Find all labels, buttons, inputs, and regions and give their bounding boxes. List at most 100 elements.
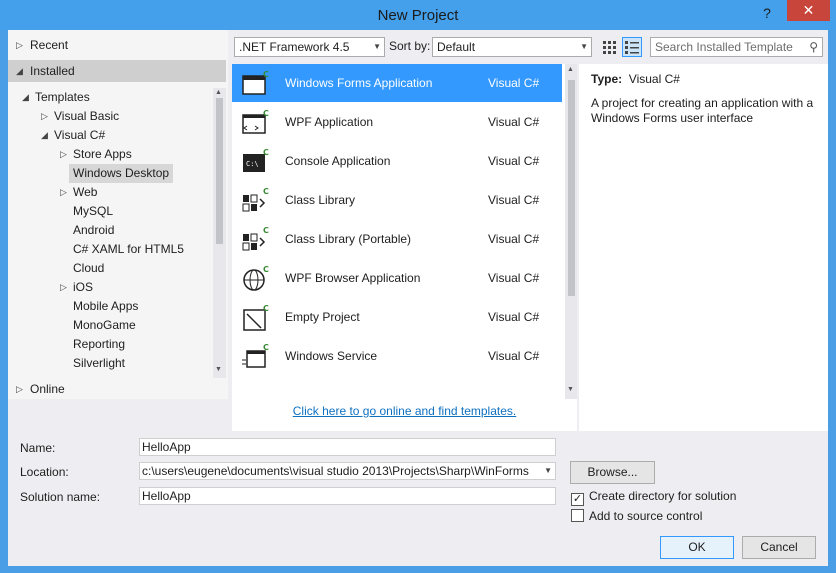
search-installed-templates-input[interactable]: Search Installed Template ⚲: [650, 37, 823, 57]
chevron-down-icon: ▼: [544, 466, 552, 475]
scroll-up-icon[interactable]: ▲: [567, 66, 574, 73]
collapse-arrow-icon[interactable]: ◢: [41, 126, 48, 145]
template-type: Type: Visual C#: [591, 72, 816, 86]
solution-name-input[interactable]: HelloApp: [139, 487, 556, 505]
collapse-arrow-icon: ◢: [16, 66, 23, 76]
tree-item[interactable]: Mobile Apps: [73, 297, 138, 316]
template-name: Console Application: [285, 154, 391, 168]
expand-arrow-icon[interactable]: ▷: [60, 145, 67, 164]
tree-item[interactable]: Cloud: [73, 259, 104, 278]
tree-item[interactable]: ▷ Web: [60, 183, 97, 202]
expand-arrow-icon[interactable]: ▷: [60, 278, 67, 297]
create-directory-label: Create directory for solution: [589, 489, 737, 503]
project-name-input[interactable]: HelloApp: [139, 438, 556, 456]
expand-arrow-icon[interactable]: ▷: [60, 183, 67, 202]
template-row[interactable]: C# WPF Browser Application Visual C#: [232, 259, 562, 297]
template-language: Visual C#: [488, 115, 540, 129]
installed-header[interactable]: ◢ Installed: [8, 60, 226, 82]
expand-arrow-icon: ▷: [16, 40, 23, 50]
sort-by-label: Sort by:: [389, 39, 431, 53]
tree-item[interactable]: MySQL: [73, 202, 113, 221]
create-directory-checkbox[interactable]: ✓ Create directory for solution: [571, 489, 736, 506]
scroll-thumb[interactable]: [568, 80, 575, 296]
expand-arrow-icon[interactable]: ▷: [41, 107, 48, 126]
online-label: Online: [30, 382, 65, 396]
scroll-thumb[interactable]: [216, 98, 223, 244]
tree-item-label: Store Apps: [73, 147, 132, 161]
template-language: Visual C#: [488, 76, 540, 90]
svg-text:C#: C#: [263, 265, 269, 274]
online-templates-link-area: Click here to go online and find templat…: [232, 399, 577, 431]
template-row[interactable]: C# Windows Forms Application Visual C#: [232, 64, 562, 102]
title-bar: New Project ? ✕: [0, 0, 836, 30]
close-button[interactable]: ✕: [787, 0, 830, 21]
framework-select[interactable]: .NET Framework 4.5 ▼: [234, 37, 385, 57]
browse-button[interactable]: Browse...: [570, 461, 655, 484]
tree-item[interactable]: Android: [73, 221, 114, 240]
cancel-button[interactable]: Cancel: [742, 536, 816, 559]
tree-item[interactable]: ◢ Templates: [22, 88, 90, 107]
template-list: C# Windows Forms Application Visual C# C# WP…: [232, 64, 577, 399]
tree-item[interactable]: MonoGame: [73, 316, 136, 335]
template-list-scrollbar[interactable]: ▲ ▼: [565, 64, 577, 399]
checkbox-box[interactable]: ✓: [571, 493, 584, 506]
solution-name-label: Solution name:: [20, 490, 101, 504]
scroll-down-icon[interactable]: ▼: [567, 386, 574, 393]
ok-button[interactable]: OK: [660, 536, 734, 559]
console-application-icon: C:\ C#: [241, 148, 276, 176]
template-language: Visual C#: [488, 193, 540, 207]
name-label: Name:: [20, 441, 56, 455]
help-button[interactable]: ?: [752, 5, 782, 23]
location-label: Location:: [20, 465, 69, 479]
tree-item[interactable]: C# XAML for HTML5: [73, 240, 184, 259]
location-select[interactable]: c:\users\eugene\documents\visual studio …: [139, 462, 556, 480]
scroll-down-icon[interactable]: ▼: [215, 366, 222, 373]
template-name: Windows Forms Application: [285, 76, 433, 90]
template-row[interactable]: C# WPF Application Visual C#: [232, 103, 562, 141]
template-row[interactable]: C# Class Library Visual C#: [232, 181, 562, 219]
svg-text:C#: C#: [263, 343, 269, 352]
tree-item[interactable]: Reporting: [73, 335, 125, 354]
small-icons-view-button[interactable]: [600, 37, 620, 57]
template-tree: ◢ Templates ▷ Visual Basic ◢ Visual C# ▷ Store …: [8, 88, 213, 370]
scroll-up-icon[interactable]: ▲: [215, 89, 222, 96]
tree-item[interactable]: ◢ Visual C#: [41, 126, 105, 145]
list-view-button[interactable]: [622, 37, 642, 57]
category-scrollbar[interactable]: ▲ ▼: [213, 88, 226, 378]
tree-item-label: Templates: [35, 90, 90, 104]
add-to-source-control-checkbox[interactable]: Add to source control: [571, 509, 702, 523]
class-library-portable-icon: C#: [241, 226, 276, 254]
tree-item[interactable]: ▷ iOS: [60, 278, 93, 297]
recent-header[interactable]: ▷ Recent: [8, 34, 226, 56]
sort-select[interactable]: Default ▼: [432, 37, 592, 57]
window-title: New Project: [377, 7, 459, 24]
template-row[interactable]: C:\ C# Console Application Visual C#: [232, 142, 562, 180]
class-library-icon: C#: [241, 187, 276, 215]
tree-item[interactable]: Silverlight: [73, 354, 125, 370]
template-row[interactable]: C# Class Library (Portable) Visual C#: [232, 220, 562, 258]
tree-item-label: Mobile Apps: [73, 299, 139, 313]
tree-item-label: Windows Desktop: [73, 166, 170, 180]
tree-item[interactable]: Windows Desktop: [69, 164, 174, 183]
online-templates-link[interactable]: Click here to go online and find templat…: [293, 404, 516, 418]
checkbox-box[interactable]: [571, 509, 584, 522]
template-name: Windows Service: [285, 349, 378, 363]
chevron-down-icon: ▼: [373, 42, 381, 51]
tree-item-label: MonoGame: [73, 318, 136, 332]
dialog-body: ▷ Recent ◢ Installed ◢ Templates ▷ Visual B…: [8, 30, 828, 566]
template-row[interactable]: C# Empty Project Visual C#: [232, 298, 562, 336]
tree-item-label: Visual Basic: [54, 109, 120, 123]
svg-text:C#: C#: [263, 187, 269, 196]
template-language: Visual C#: [488, 232, 540, 246]
collapse-arrow-icon[interactable]: ◢: [22, 88, 29, 107]
template-language: Visual C#: [488, 310, 540, 324]
template-row[interactable]: C# Windows Service Visual C#: [232, 337, 562, 375]
svg-text:C#: C#: [263, 148, 269, 157]
search-icon[interactable]: ⚲: [809, 38, 818, 56]
location-value: c:\users\eugene\documents\visual studio …: [142, 464, 529, 478]
online-header[interactable]: ▷ Online: [8, 378, 226, 400]
tree-item[interactable]: ▷ Store Apps: [60, 145, 132, 164]
tree-item-label: MySQL: [73, 204, 114, 218]
tree-item[interactable]: ▷ Visual Basic: [41, 107, 120, 126]
list-view-icon: [625, 41, 639, 54]
